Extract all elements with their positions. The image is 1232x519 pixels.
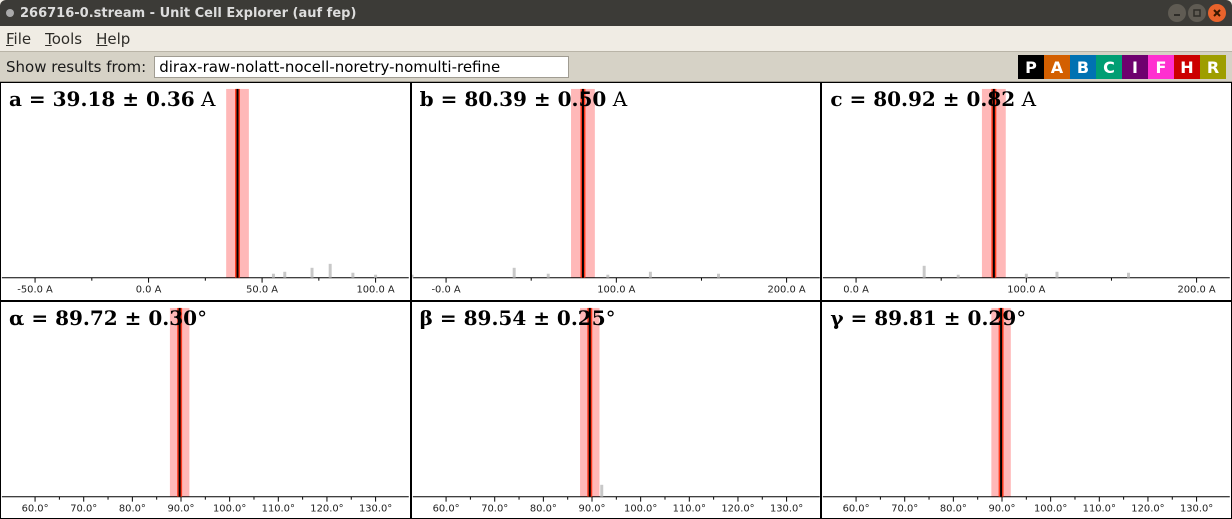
svg-text:120.0°: 120.0° — [310, 503, 343, 514]
svg-text:120.0°: 120.0° — [1132, 503, 1165, 514]
svg-text:50.0 A: 50.0 A — [246, 285, 278, 296]
plot-title-gamma: γ = 89.81 ± 0.29° — [830, 306, 1026, 330]
svg-text:200.0 A: 200.0 A — [767, 285, 805, 296]
plot-alpha[interactable]: α = 89.72 ± 0.30° 60.0° 70.0° 80.0° 90.0° 100… — [0, 301, 411, 519]
svg-text:70.0°: 70.0° — [481, 503, 508, 514]
svg-text:100.0°: 100.0° — [1034, 503, 1067, 514]
svg-text:130.0°: 130.0° — [770, 503, 803, 514]
svg-text:90.0°: 90.0° — [989, 503, 1016, 514]
svg-text:-0.0 A: -0.0 A — [431, 285, 460, 296]
svg-text:110.0°: 110.0° — [262, 503, 295, 514]
svg-text:100.0 A: 100.0 A — [356, 285, 394, 296]
svg-text:80.0°: 80.0° — [530, 503, 557, 514]
svg-text:90.0°: 90.0° — [168, 503, 195, 514]
menu-help[interactable]: Help — [96, 30, 130, 48]
window-titlebar: 266716-0.stream - Unit Cell Explorer (au… — [0, 0, 1232, 26]
results-from-input[interactable] — [154, 56, 569, 78]
lattice-button-f[interactable]: F — [1148, 55, 1174, 79]
window-title: 266716-0.stream - Unit Cell Explorer (au… — [20, 6, 356, 21]
plot-title-alpha: α = 89.72 ± 0.30° — [9, 306, 207, 330]
plot-title-a: a = 39.18 ± 0.36 A — [9, 87, 215, 111]
plot-b[interactable]: b = 80.39 ± 0.50 A -0.0 A 100.0 A 200.0 A — [411, 82, 822, 301]
svg-text:100.0°: 100.0° — [624, 503, 657, 514]
lattice-button-p[interactable]: P — [1018, 55, 1044, 79]
svg-text:70.0°: 70.0° — [70, 503, 97, 514]
plot-grid: a = 39.18 ± 0.36 A -50.0 A 0.0 A 50.0 A 100.… — [0, 82, 1232, 519]
svg-text:130.0°: 130.0° — [359, 503, 392, 514]
svg-text:-50.0 A: -50.0 A — [17, 285, 53, 296]
plot-gamma[interactable]: γ = 89.81 ± 0.29° 60.0° 70.0° 80.0° 90.0° 100… — [821, 301, 1232, 519]
lattice-button-r[interactable]: R — [1200, 55, 1226, 79]
close-button[interactable] — [1208, 4, 1226, 22]
svg-text:110.0°: 110.0° — [1083, 503, 1116, 514]
lattice-button-c[interactable]: C — [1096, 55, 1122, 79]
menu-tools[interactable]: Tools — [45, 30, 82, 48]
lattice-button-b[interactable]: B — [1070, 55, 1096, 79]
menu-file[interactable]: File — [6, 30, 31, 48]
plot-title-b: b = 80.39 ± 0.50 A — [420, 87, 628, 111]
plot-c[interactable]: c = 80.92 ± 0.82 A 0.0 A 100.0 A 200.0 A — [821, 82, 1232, 301]
svg-text:60.0°: 60.0° — [843, 503, 870, 514]
svg-text:90.0°: 90.0° — [578, 503, 605, 514]
plot-title-beta: β = 89.54 ± 0.25° — [420, 306, 616, 330]
svg-text:130.0°: 130.0° — [1180, 503, 1213, 514]
toolbar: Show results from: PABCIFHR — [0, 52, 1232, 82]
svg-text:100.0 A: 100.0 A — [1008, 285, 1046, 296]
maximize-button[interactable] — [1188, 4, 1206, 22]
lattice-button-a[interactable]: A — [1044, 55, 1070, 79]
svg-text:200.0 A: 200.0 A — [1178, 285, 1216, 296]
menubar: File Tools Help — [0, 26, 1232, 52]
svg-text:0.0 A: 0.0 A — [136, 285, 162, 296]
svg-text:100.0°: 100.0° — [213, 503, 246, 514]
svg-text:60.0°: 60.0° — [432, 503, 459, 514]
svg-text:80.0°: 80.0° — [119, 503, 146, 514]
svg-text:110.0°: 110.0° — [672, 503, 705, 514]
minimize-button[interactable] — [1168, 4, 1186, 22]
lattice-button-group: PABCIFHR — [1018, 55, 1226, 79]
svg-text:80.0°: 80.0° — [940, 503, 967, 514]
svg-text:60.0°: 60.0° — [22, 503, 49, 514]
plot-beta[interactable]: β = 89.54 ± 0.25° 60.0° 70.0° 80.0° 90.0° 100… — [411, 301, 822, 519]
plot-title-c: c = 80.92 ± 0.82 A — [830, 87, 1036, 111]
app-dot — [6, 9, 14, 17]
svg-text:0.0 A: 0.0 A — [844, 285, 870, 296]
lattice-button-h[interactable]: H — [1174, 55, 1200, 79]
svg-text:70.0°: 70.0° — [892, 503, 919, 514]
svg-text:100.0 A: 100.0 A — [597, 285, 635, 296]
plot-a[interactable]: a = 39.18 ± 0.36 A -50.0 A 0.0 A 50.0 A 100.… — [0, 82, 411, 301]
lattice-button-i[interactable]: I — [1122, 55, 1148, 79]
toolbar-label: Show results from: — [6, 58, 146, 76]
svg-text:120.0°: 120.0° — [721, 503, 754, 514]
